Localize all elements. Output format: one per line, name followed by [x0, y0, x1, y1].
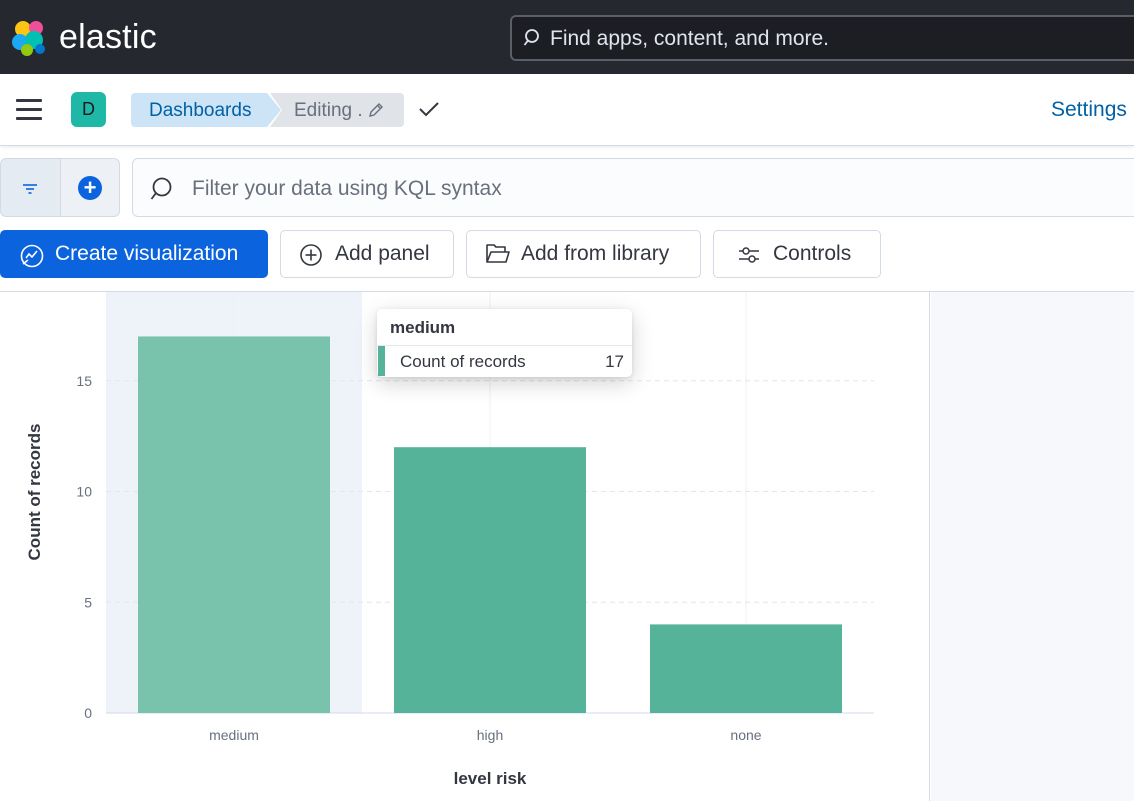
bar-none: [650, 624, 842, 713]
global-search-placeholder: Find apps, content, and more.: [550, 27, 829, 50]
tooltip-series-value: 17: [605, 352, 624, 371]
create-visualization-label: Create visualization: [55, 242, 239, 265]
bar-medium: [138, 336, 330, 713]
y-tick-label: 10: [76, 484, 92, 500]
plus-circle-icon: [300, 244, 322, 266]
breadcrumb-dashboards-label: Dashboards: [149, 100, 252, 121]
controls-icon: [739, 247, 759, 263]
search-icon: [150, 177, 172, 200]
filter-menu-button[interactable]: [0, 158, 60, 217]
bar-high: [394, 447, 586, 713]
filter-icon: [23, 184, 37, 194]
check-icon[interactable]: [418, 100, 440, 118]
global-search-input[interactable]: Find apps, content, and more.: [510, 15, 1134, 61]
brand-name: elastic: [59, 18, 157, 56]
breadcrumb-dashboards[interactable]: Dashboards: [131, 93, 281, 127]
y-tick-label: 5: [84, 594, 92, 610]
empty-dashboard-area: [931, 292, 1134, 801]
y-tick-label: 15: [76, 373, 92, 389]
plus-circle-icon: +: [78, 176, 102, 200]
add-from-library-label: Add from library: [521, 242, 670, 265]
add-from-library-button[interactable]: Add from library: [466, 230, 701, 278]
breadcrumb-editing[interactable]: Editing .: [270, 93, 404, 127]
add-panel-label: Add panel: [335, 242, 430, 265]
y-tick-label: 0: [84, 705, 92, 721]
global-header: elastic Find apps, content, and more.: [0, 0, 1134, 74]
controls-button[interactable]: Controls: [713, 230, 881, 278]
y-axis-title: Count of records: [25, 424, 44, 561]
search-icon: [523, 29, 539, 46]
space-avatar[interactable]: D: [71, 92, 106, 127]
settings-link[interactable]: Settings: [1051, 98, 1127, 122]
folder-open-icon: [486, 244, 510, 263]
visualize-app-icon: [20, 244, 44, 268]
pencil-icon: [369, 103, 383, 117]
x-tick-label: none: [730, 727, 761, 743]
x-tick-label: high: [477, 727, 503, 743]
add-filter-button[interactable]: +: [60, 158, 120, 217]
x-tick-label: medium: [209, 727, 259, 743]
kql-placeholder: Filter your data using KQL syntax: [192, 177, 502, 200]
dashboard-nav-bar: D Dashboards Editing . Settings: [0, 74, 1134, 146]
add-panel-button[interactable]: Add panel: [280, 230, 454, 278]
tooltip-series-swatch: [378, 346, 385, 376]
kql-search-input[interactable]: Filter your data using KQL syntax: [132, 158, 1134, 217]
tooltip-series-name: Count of records: [400, 352, 526, 371]
create-visualization-button[interactable]: Create visualization: [0, 230, 268, 278]
controls-label: Controls: [773, 242, 852, 265]
tooltip-title: medium: [390, 318, 456, 337]
x-axis-title: level risk: [454, 769, 527, 788]
breadcrumb-editing-label: Editing .: [294, 100, 363, 121]
chart-tooltip: medium Count of records 17: [377, 309, 632, 377]
tooltip-divider: [377, 345, 632, 346]
elastic-logo-icon[interactable]: [10, 18, 48, 58]
menu-icon[interactable]: [16, 99, 42, 121]
